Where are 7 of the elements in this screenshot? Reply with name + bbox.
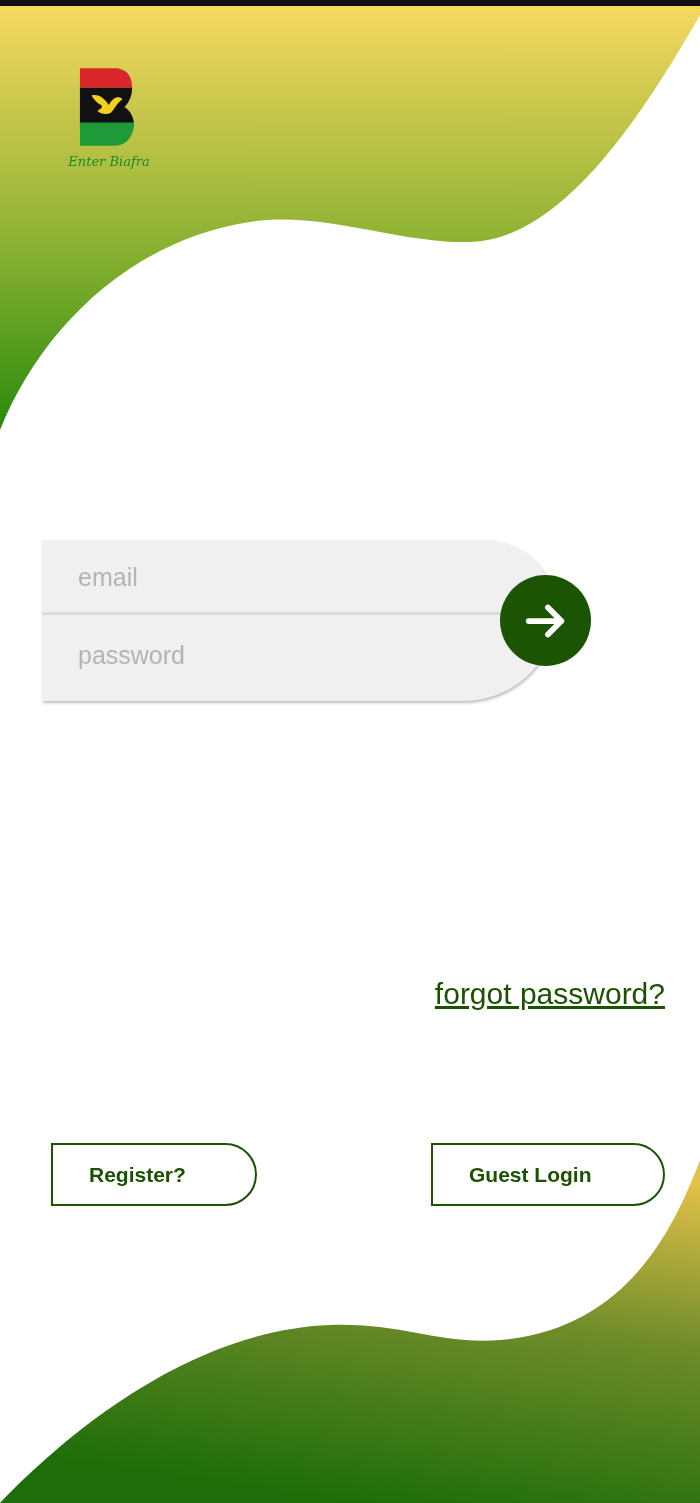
outline-button[interactable]: Register? [51, 1143, 257, 1206]
logo-caption: Enter Biafra [68, 154, 150, 169]
password-field[interactable]: password [42, 620, 498, 690]
logo-icon [78, 66, 136, 148]
forgot-password-link[interactable]: forgot password? [434, 977, 665, 1011]
email-field[interactable]: email [42, 542, 498, 612]
outline-button[interactable]: Guest Login [431, 1143, 665, 1206]
